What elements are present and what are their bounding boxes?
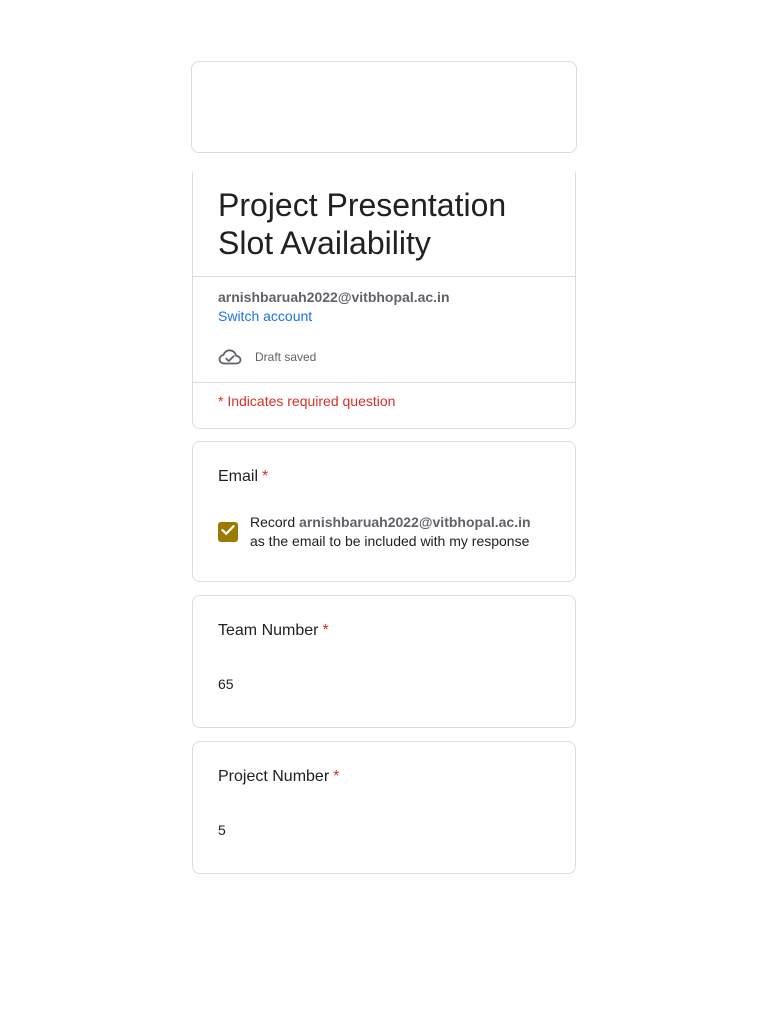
switch-account-link[interactable]: Switch account <box>218 308 312 324</box>
project-number-answer[interactable]: 5 <box>218 822 548 838</box>
record-email-address: arnishbaruah2022@vitbhopal.ac.in <box>299 514 531 530</box>
required-star: * <box>322 622 329 639</box>
record-email-option: Record arnishbaruah2022@vitbhopal.ac.in … <box>218 513 531 551</box>
required-note: * Indicates required question <box>218 393 396 409</box>
question-label: Project Number * <box>218 768 339 786</box>
question-email: Email * Record arnishbaruah2022@vitbhopal… <box>192 441 576 582</box>
question-label-text: Email <box>218 468 259 485</box>
required-star: * <box>333 768 340 785</box>
cloud-check-icon <box>218 348 242 366</box>
record-email-text: Record arnishbaruah2022@vitbhopal.ac.in … <box>250 513 531 551</box>
record-email-checkbox[interactable] <box>218 522 238 542</box>
checkmark-icon <box>221 523 235 541</box>
required-star: * <box>262 468 269 485</box>
form-page: Project Presentation Slot Availability a… <box>0 0 768 1024</box>
draft-status: Draft saved <box>218 346 316 368</box>
header-divider <box>193 276 575 277</box>
form-banner <box>191 61 577 153</box>
account-email: arnishbaruah2022@vitbhopal.ac.in <box>218 289 450 305</box>
question-team-number: Team Number * 65 <box>192 595 576 728</box>
question-label: Team Number * <box>218 622 329 640</box>
form-title: Project Presentation Slot Availability <box>218 187 507 261</box>
question-label-text: Team Number <box>218 622 319 639</box>
team-number-answer[interactable]: 65 <box>218 676 548 692</box>
question-label: Email * <box>218 468 268 486</box>
draft-status-text: Draft saved <box>255 350 317 364</box>
record-prefix: Record <box>250 514 296 530</box>
form-header-card: Project Presentation Slot Availability a… <box>192 172 576 429</box>
record-suffix: as the email to be included with my resp… <box>250 533 530 549</box>
question-label-text: Project Number <box>218 768 330 785</box>
header-divider-bottom <box>193 382 575 383</box>
question-project-number: Project Number * 5 <box>192 741 576 874</box>
